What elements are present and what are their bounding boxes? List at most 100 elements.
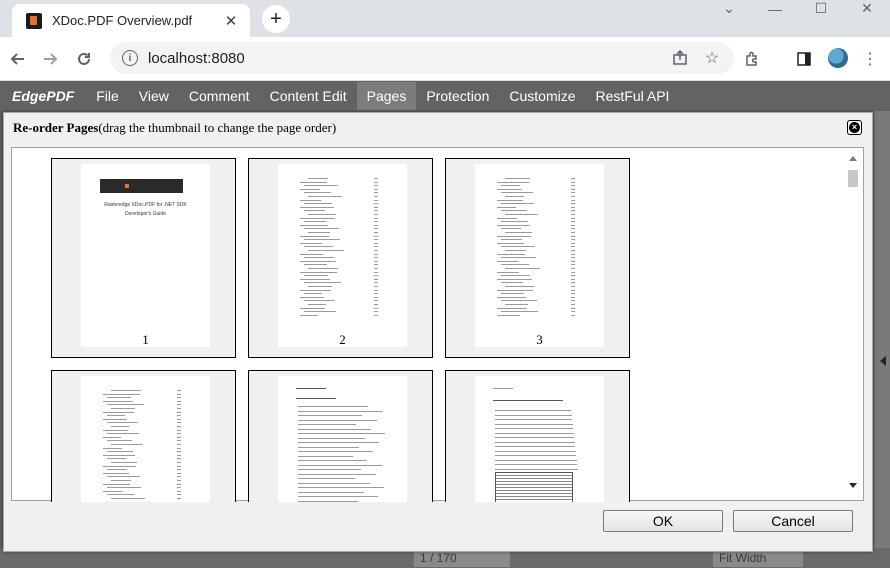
text-line (495, 441, 575, 443)
page-thumbnail[interactable]: 4 (51, 370, 236, 502)
page-thumbnail[interactable]: Rasteredge XDoc.PDF for .NET SDK Develop… (51, 158, 236, 358)
scroll-up-icon[interactable] (849, 156, 857, 161)
text-line (111, 408, 135, 409)
text-line (495, 428, 573, 429)
text-line (374, 196, 378, 197)
forward-icon[interactable] (38, 47, 62, 71)
text-line (374, 206, 378, 208)
text-line (304, 293, 322, 295)
text-line (107, 487, 141, 489)
text-line (107, 494, 134, 496)
menu-content-edit[interactable]: Content Edit (260, 82, 357, 110)
text-line (571, 293, 575, 295)
thumbnail-scrollbar[interactable] (847, 156, 859, 492)
minimize-icon[interactable]: — (752, 0, 798, 17)
menu-customize[interactable]: Customize (499, 82, 585, 110)
text-line (177, 418, 181, 420)
text-line (107, 422, 138, 424)
text-line (497, 314, 520, 316)
panel-toggle-icon[interactable] (880, 356, 886, 366)
text-line (497, 199, 523, 201)
reload-icon[interactable] (72, 47, 96, 71)
page-thumbnail[interactable]: 6 (445, 370, 630, 502)
text-line (298, 406, 368, 407)
scroll-down-icon[interactable] (849, 483, 857, 488)
text-line (497, 278, 532, 280)
text-line (374, 232, 378, 233)
more-icon[interactable]: ⋮ (858, 47, 882, 71)
star-icon[interactable]: ☆ (700, 46, 724, 70)
menu-file[interactable]: File (86, 82, 129, 110)
text-line (374, 293, 378, 295)
text-line (374, 192, 378, 194)
info-icon[interactable]: i (122, 50, 138, 66)
sidebar-icon[interactable] (792, 47, 816, 71)
dialog-title-hint: (drag the thumbnail to change the page o… (98, 120, 337, 135)
text-line (304, 185, 338, 187)
text-line (374, 217, 378, 219)
text-line (571, 196, 575, 197)
menu-view[interactable]: View (129, 82, 179, 110)
text-line (571, 217, 575, 219)
text-line (501, 228, 521, 230)
text-line (111, 462, 137, 463)
text-line (304, 221, 326, 223)
text-line (571, 289, 575, 291)
text-line (497, 307, 527, 309)
window-close-icon[interactable]: ✕ (844, 0, 890, 17)
text-line (298, 482, 370, 484)
text-line (304, 210, 325, 212)
address-bar[interactable]: i localhost:8080 ☆ (110, 42, 734, 74)
text-line (497, 217, 517, 219)
text-line (571, 235, 575, 237)
text-line (177, 480, 181, 481)
text-line (304, 300, 335, 302)
text-line (107, 397, 131, 399)
text-line (308, 286, 332, 287)
cancel-button[interactable]: Cancel (733, 510, 853, 532)
extensions-icon[interactable] (740, 47, 764, 71)
dialog-close-button[interactable]: × (847, 120, 862, 135)
menu-protection[interactable]: Protection (416, 82, 499, 110)
text-line (298, 464, 382, 466)
ok-button[interactable]: OK (603, 510, 723, 532)
text-line (177, 472, 181, 474)
maximize-icon[interactable]: ☐ (798, 0, 844, 17)
text-line (298, 437, 365, 439)
text-line (300, 307, 325, 309)
text-line (298, 473, 376, 475)
text-line (300, 253, 323, 255)
page-number: 1 (142, 332, 149, 347)
page-thumbnail[interactable]: 3 (445, 158, 630, 358)
page-thumbnail[interactable]: 5 (248, 370, 433, 502)
dialog-title: Re-order Pages(drag the thumbnail to cha… (13, 120, 336, 136)
text-line (374, 282, 378, 284)
page-thumbnail[interactable]: 2 (248, 158, 433, 358)
text-line (304, 228, 339, 230)
profile-avatar[interactable] (828, 48, 848, 68)
share-icon[interactable] (668, 46, 692, 70)
text-line (493, 388, 513, 389)
text-line (497, 296, 526, 298)
text-line (103, 400, 133, 402)
text-line (495, 437, 574, 438)
text-line (495, 459, 577, 461)
text-line (298, 455, 353, 457)
text-line (571, 275, 575, 277)
text-line (177, 454, 181, 456)
new-tab-button[interactable]: + (262, 5, 290, 33)
scroll-thumb[interactable] (848, 170, 858, 187)
chevron-down-icon[interactable]: ⌄ (706, 0, 752, 17)
tab-close-icon[interactable]: ✕ (220, 10, 242, 32)
menu-pages[interactable]: Pages (356, 82, 417, 110)
menu-restful-api[interactable]: RestFul API (586, 82, 680, 110)
text-line (374, 188, 378, 190)
back-icon[interactable] (6, 47, 30, 71)
text-line (177, 390, 181, 391)
browser-tab[interactable]: XDoc.PDF Overview.pdf ✕ (12, 4, 250, 37)
text-line (571, 228, 575, 230)
url-text[interactable]: localhost:8080 (148, 50, 668, 67)
menu-comment[interactable]: Comment (179, 82, 260, 110)
text-line (497, 188, 522, 190)
text-line (304, 311, 336, 313)
